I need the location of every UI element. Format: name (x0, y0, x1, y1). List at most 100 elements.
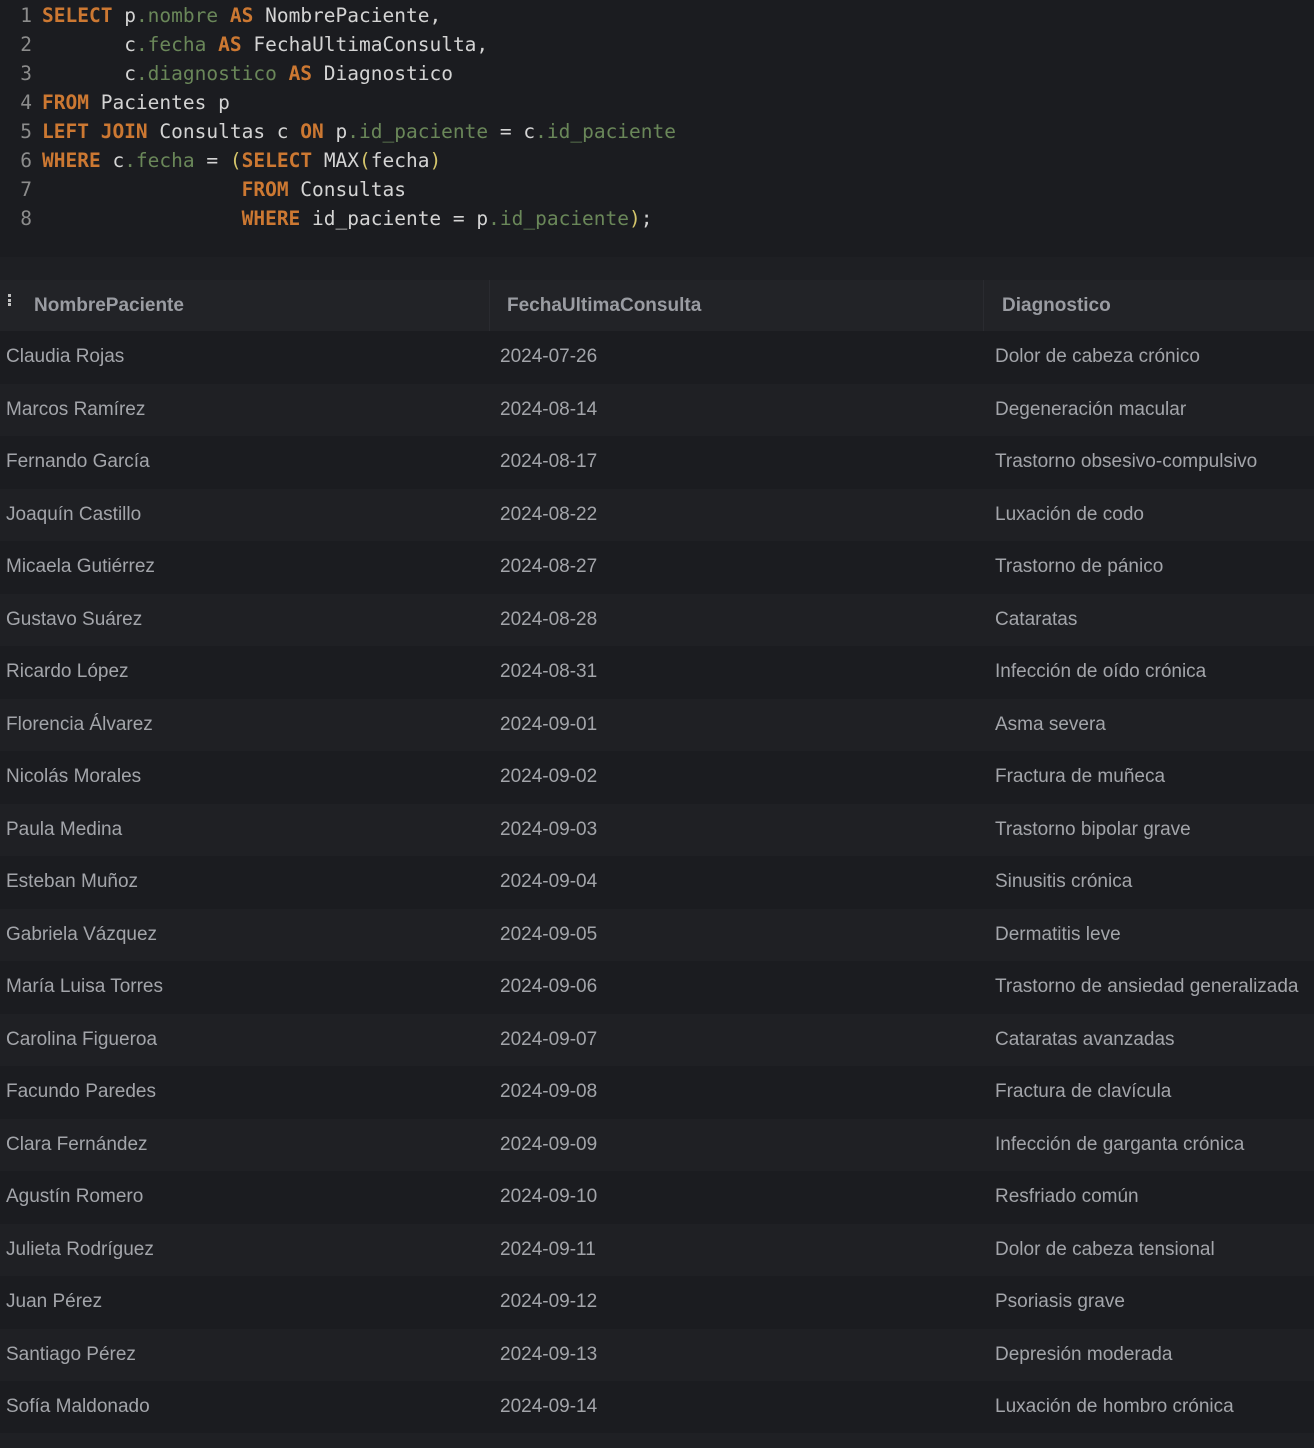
table-row[interactable]: Paula Medina 2024-09-03 Trastorno bipolar … (0, 803, 1314, 856)
cell-nombre[interactable]: Juan Pérez (6, 1276, 102, 1328)
table-row[interactable]: Facundo Paredes 2024-09-08 Fractura de cla… (0, 1066, 1314, 1119)
cell-nombre[interactable]: Carolina Figueroa (6, 1014, 157, 1066)
table-row[interactable]: Nicolás Morales 2024-09-02 Fractura de muñ… (0, 751, 1314, 804)
cell-fecha[interactable]: 2024-07-26 (500, 331, 597, 383)
cell-diagnostico[interactable]: Sinusitis crónica (995, 856, 1132, 908)
cell-nombre[interactable]: Florencia Álvarez (6, 699, 153, 751)
cell-diagnostico[interactable]: Degeneración macular (995, 384, 1186, 436)
column-header-fecha[interactable]: FechaUltimaConsulta (507, 280, 701, 331)
table-row[interactable]: Marcos Ramírez 2024-08-14 Degeneración mac… (0, 383, 1314, 436)
cell-nombre[interactable]: Marcos Ramírez (6, 384, 145, 436)
cell-fecha[interactable]: 2024-09-10 (500, 1171, 597, 1223)
cell-nombre[interactable]: Agustín Romero (6, 1171, 143, 1223)
cell-nombre[interactable]: Claudia Rojas (6, 331, 124, 383)
cell-nombre[interactable]: Nicolás Morales (6, 751, 141, 803)
cell-fecha[interactable]: 2024-09-12 (500, 1276, 597, 1328)
cell-fecha[interactable]: 2024-08-22 (500, 489, 597, 541)
table-row[interactable]: Santiago Pérez 2024-09-13 Depresión modera… (0, 1328, 1314, 1381)
table-row[interactable]: Sofía Maldonado 2024-09-14 Luxación de hom… (0, 1381, 1314, 1434)
cell-diagnostico[interactable]: Infección de garganta crónica (995, 1119, 1244, 1171)
cell-fecha[interactable]: 2024-09-14 (500, 1381, 597, 1433)
column-resize-handle[interactable] (983, 280, 984, 331)
cell-diagnostico[interactable]: Luxación de codo (995, 489, 1144, 541)
cell-nombre[interactable]: Gabriela Vázquez (6, 909, 157, 961)
sql-editor[interactable]: 1 SELECT p.nombre AS NombrePaciente, 2 c.f… (0, 0, 1314, 257)
cell-fecha[interactable]: 2024-08-28 (500, 594, 597, 646)
column-menu-icon[interactable] (8, 294, 12, 308)
cell-fecha[interactable]: 2024-09-01 (500, 699, 597, 751)
cell-nombre[interactable]: Esteban Muñoz (6, 856, 138, 908)
table-row[interactable]: Esteban Muñoz 2024-09-04 Sinusitis crónica (0, 856, 1314, 909)
table-row[interactable]: Joaquín Castillo 2024-08-22 Luxación de co… (0, 488, 1314, 541)
cell-fecha[interactable]: 2024-09-02 (500, 751, 597, 803)
cell-nombre[interactable]: Ricardo López (6, 646, 129, 698)
cell-fecha[interactable]: 2024-09-03 (500, 804, 597, 856)
cell-diagnostico[interactable]: Cataratas avanzadas (995, 1014, 1175, 1066)
cell-diagnostico[interactable]: Resfriado común (995, 1171, 1139, 1223)
cell-nombre[interactable]: Joaquín Castillo (6, 489, 141, 541)
column-resize-handle[interactable] (489, 280, 490, 331)
table-row[interactable]: Agustín Romero 2024-09-10 Resfriado común (0, 1171, 1314, 1224)
code-line: 4 FROM Pacientes p (0, 88, 230, 117)
cell-nombre[interactable]: Sofía Maldonado (6, 1381, 150, 1433)
table-row[interactable]: Fernando García 2024-08-17 Trastorno obses… (0, 436, 1314, 489)
cell-diagnostico[interactable]: Dolor de cabeza tensional (995, 1224, 1215, 1276)
cell-diagnostico[interactable]: Trastorno obsesivo-compulsivo (995, 436, 1257, 488)
sql-field: .fecha (135, 33, 207, 56)
cell-nombre[interactable]: María Luisa Torres (6, 961, 163, 1013)
cell-nombre[interactable]: Clara Fernández (6, 1119, 148, 1171)
cell-diagnostico[interactable]: Dermatitis leve (995, 909, 1121, 961)
cell-fecha[interactable]: 2024-08-14 (500, 384, 597, 436)
table-row[interactable]: Gabriela Vázquez 2024-09-05 Dermatitis lev… (0, 908, 1314, 961)
table-row[interactable]: Juan Pérez 2024-09-12 Psoriasis grave (0, 1276, 1314, 1329)
cell-nombre[interactable]: Micaela Gutiérrez (6, 541, 155, 593)
cell-diagnostico[interactable]: Fractura de clavícula (995, 1066, 1171, 1118)
cell-nombre[interactable]: Santiago Pérez (6, 1329, 136, 1381)
table-row[interactable]: Claudia Rojas 2024-07-26 Dolor de cabeza c… (0, 331, 1314, 384)
cell-fecha[interactable]: 2024-09-07 (500, 1014, 597, 1066)
cell-diagnostico[interactable]: Depresión moderada (995, 1329, 1172, 1381)
cell-fecha[interactable]: 2024-09-09 (500, 1119, 597, 1171)
cell-fecha[interactable]: 2024-09-05 (500, 909, 597, 961)
table-row[interactable]: Ricardo López 2024-08-31 Infección de oído… (0, 646, 1314, 699)
table-body: Claudia Rojas 2024-07-26 Dolor de cabeza c… (0, 331, 1314, 1434)
cell-fecha[interactable]: 2024-09-04 (500, 856, 597, 908)
cell-fecha[interactable]: 2024-08-17 (500, 436, 597, 488)
cell-diagnostico[interactable]: Psoriasis grave (995, 1276, 1125, 1328)
cell-nombre[interactable]: Julieta Rodríguez (6, 1224, 154, 1276)
table-row[interactable]: María Luisa Torres 2024-09-06 Trastorno de… (0, 961, 1314, 1014)
column-header-diagnostico[interactable]: Diagnostico (1002, 280, 1111, 331)
table-row[interactable]: Micaela Gutiérrez 2024-08-27 Trastorno de … (0, 541, 1314, 594)
cell-fecha[interactable]: 2024-08-27 (500, 541, 597, 593)
cell-fecha[interactable]: 2024-09-08 (500, 1066, 597, 1118)
cell-nombre[interactable]: Gustavo Suárez (6, 594, 142, 646)
cell-diagnostico[interactable]: Dolor de cabeza crónico (995, 331, 1200, 383)
code-line: 7 FROM Consultas (0, 175, 406, 204)
cell-diagnostico[interactable]: Trastorno de pánico (995, 541, 1163, 593)
cell-diagnostico[interactable]: Fractura de muñeca (995, 751, 1165, 803)
table-row[interactable]: Clara Fernández 2024-09-09 Infección de ga… (0, 1118, 1314, 1171)
cell-diagnostico[interactable]: Luxación de hombro crónica (995, 1381, 1234, 1433)
cell-fecha[interactable]: 2024-09-11 (500, 1224, 596, 1276)
cell-fecha[interactable]: 2024-09-13 (500, 1329, 597, 1381)
sql-keyword: FROM (241, 178, 289, 201)
cell-nombre[interactable]: Fernando García (6, 436, 150, 488)
table-row[interactable]: Florencia Álvarez 2024-09-01 Asma severa (0, 698, 1314, 751)
cell-fecha[interactable]: 2024-08-31 (500, 646, 597, 698)
cell-diagnostico[interactable]: Trastorno de ansiedad generalizada (995, 961, 1299, 1013)
sql-field: .id_paciente (535, 120, 677, 143)
cell-diagnostico[interactable]: Asma severa (995, 699, 1106, 751)
cell-fecha[interactable]: 2024-09-06 (500, 961, 597, 1013)
cell-diagnostico[interactable]: Infección de oído crónica (995, 646, 1206, 698)
column-header-nombre[interactable]: NombrePaciente (34, 280, 184, 331)
cell-nombre[interactable]: Paula Medina (6, 804, 122, 856)
cell-diagnostico[interactable]: Cataratas (995, 594, 1077, 646)
code-line: 5 LEFT JOIN Consultas c ON p.id_paciente … (0, 117, 676, 146)
cell-diagnostico[interactable]: Trastorno bipolar grave (995, 804, 1191, 856)
table-row[interactable]: Carolina Figueroa 2024-09-07 Cataratas ava… (0, 1013, 1314, 1066)
cell-nombre[interactable]: Facundo Paredes (6, 1066, 156, 1118)
table-row[interactable]: Gustavo Suárez 2024-08-28 Cataratas (0, 593, 1314, 646)
table-row[interactable]: Julieta Rodríguez 2024-09-11 Dolor de cabe… (0, 1223, 1314, 1276)
sql-identifier: ; (640, 207, 653, 230)
